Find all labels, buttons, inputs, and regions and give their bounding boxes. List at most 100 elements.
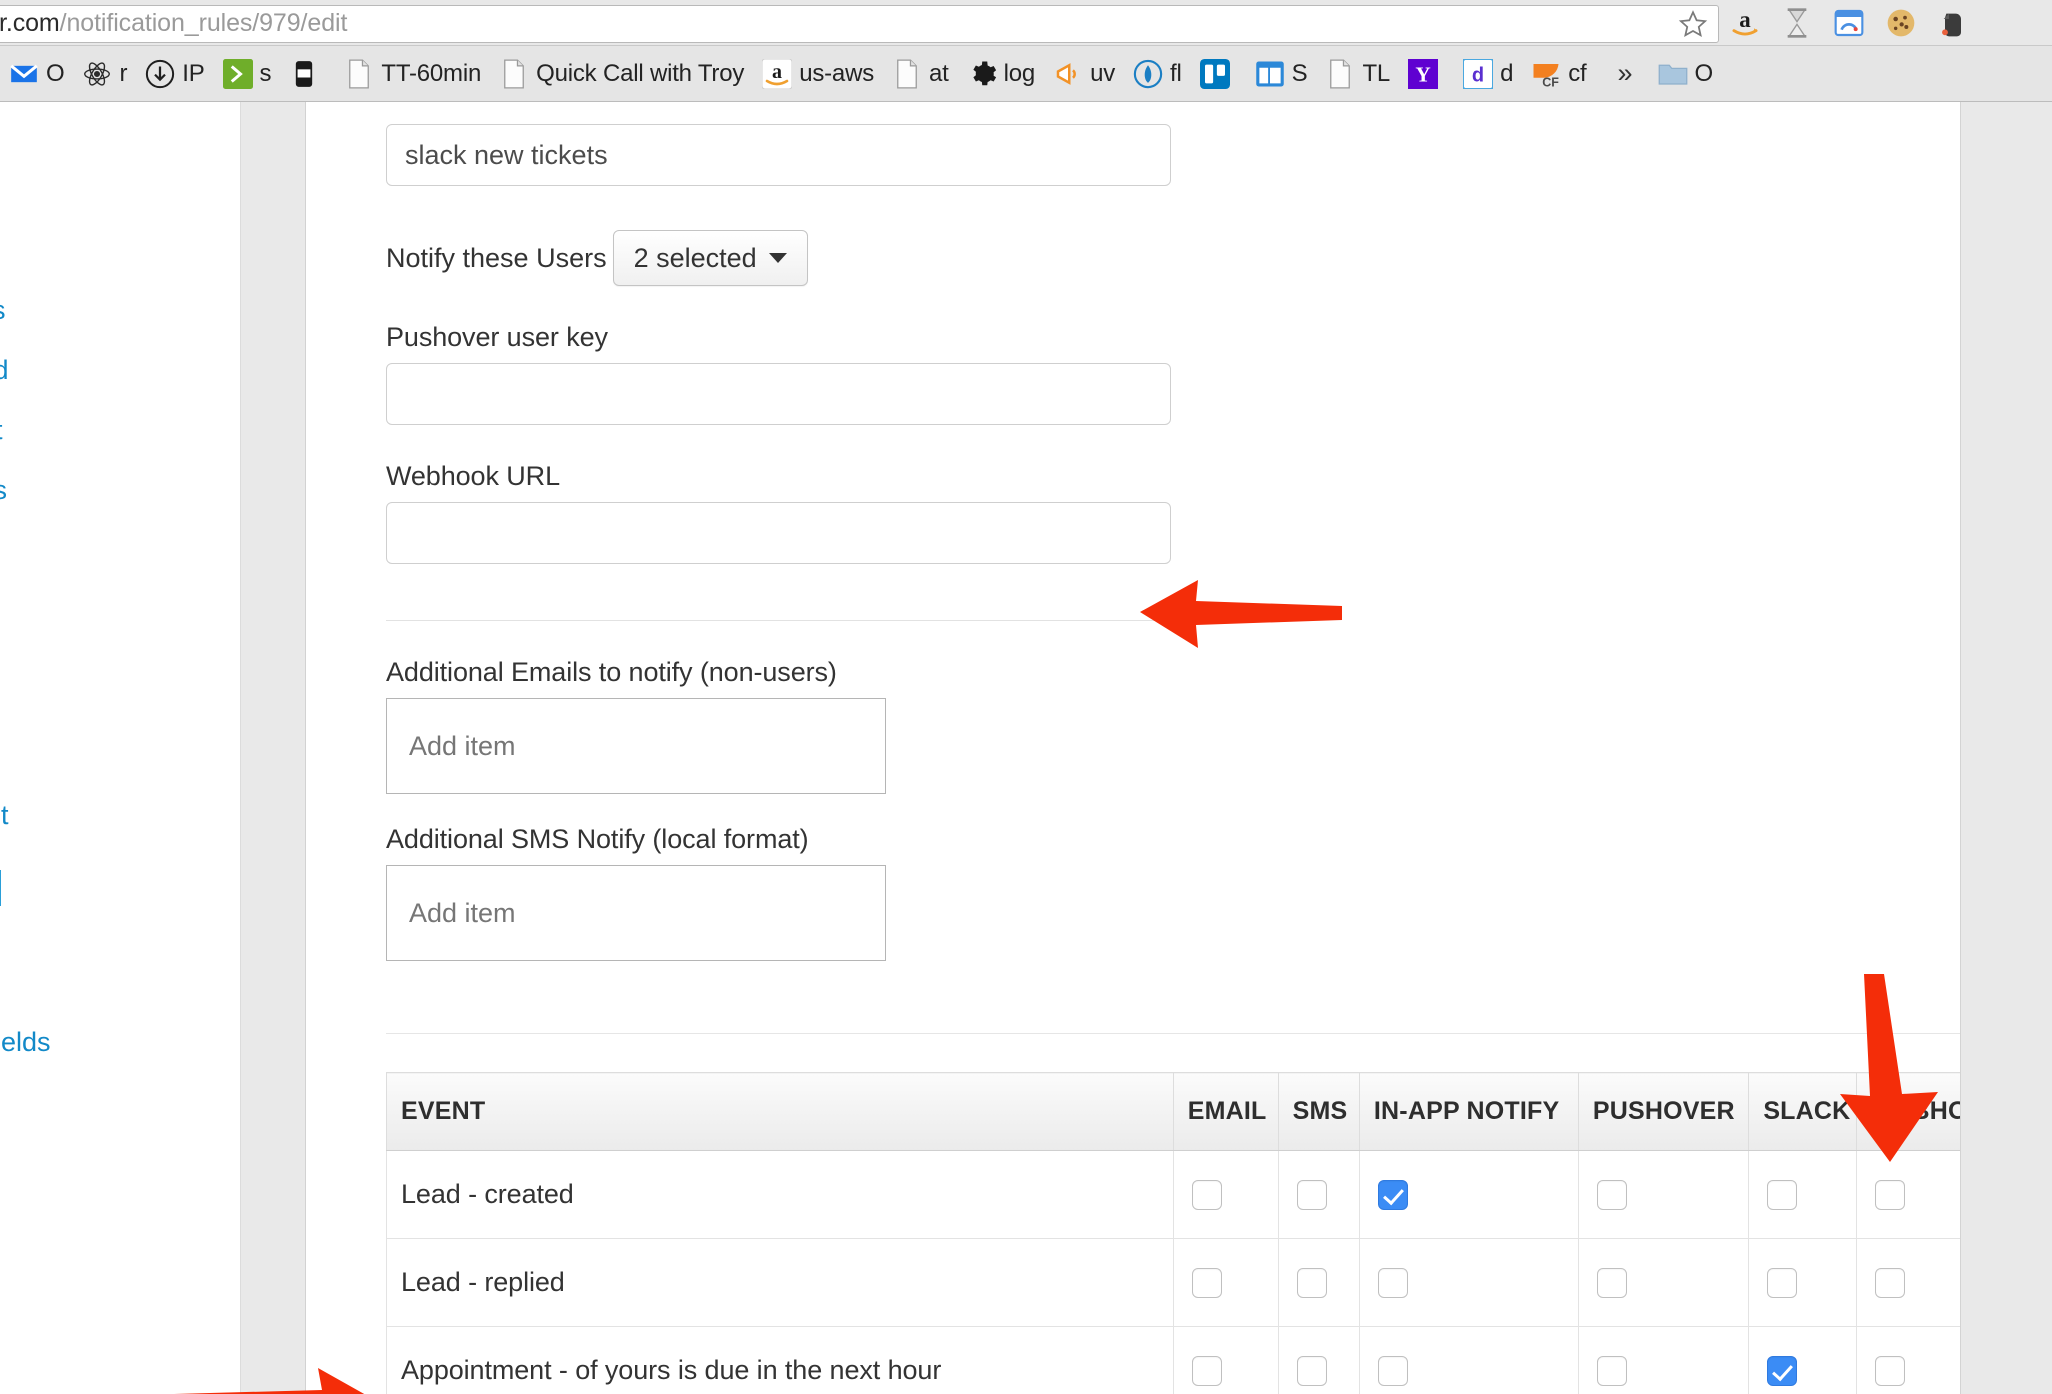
bookmark-gmail[interactable]: O [0, 54, 73, 94]
cell-email [1173, 1327, 1278, 1394]
additional-sms-label: Additional SMS Notify (local format) [386, 824, 2026, 855]
terminal-icon [223, 59, 253, 89]
bookmark-terminal[interactable]: s [214, 54, 281, 94]
checkbox-email[interactable] [1192, 1356, 1222, 1386]
pushover-user-key-input[interactable] [386, 363, 1171, 425]
bookmark-folder[interactable]: O [1649, 54, 1722, 94]
svg-text:a: a [772, 61, 782, 83]
bookmark-yahoo[interactable]: Y [1399, 54, 1454, 94]
event-name-cell: Lead - replied [387, 1239, 1174, 1327]
url-path: /notification_rules/979/edit [60, 9, 348, 37]
main-content: slack new tickets Notify these Users 2 s… [306, 102, 2052, 1394]
document-icon [344, 59, 374, 89]
cookie-icon[interactable] [1875, 1, 1927, 45]
bookmark-quick-call-with-troy[interactable]: Quick Call with Troy [490, 54, 753, 94]
checkbox-pushover[interactable] [1597, 1180, 1627, 1210]
svg-text:a: a [1739, 7, 1751, 32]
bookmark-tt-60min[interactable]: TT-60min [335, 54, 490, 94]
notify-users-dropdown[interactable]: 2 selected [613, 230, 808, 286]
checkbox-sms[interactable] [1297, 1356, 1327, 1386]
checkbox-pushover[interactable] [1597, 1268, 1627, 1298]
checkbox-in-app-notify[interactable] [1378, 1356, 1408, 1386]
checkbox-slack[interactable] [1767, 1356, 1797, 1386]
bookmarks-overflow-button[interactable]: » [1596, 58, 1649, 89]
checkbox-webhook[interactable] [1875, 1356, 1905, 1386]
sidebar-item-4[interactable]: ates [0, 475, 7, 506]
checkbox-slack[interactable] [1767, 1180, 1797, 1210]
bookmark-label: r [119, 60, 127, 88]
bookmark-uv[interactable]: uv [1044, 54, 1124, 94]
bookmark-label: d [1500, 60, 1513, 88]
bookmark-atom[interactable]: r [73, 54, 136, 94]
webhook-url-field: Webhook URL [386, 461, 2026, 564]
cell-in-app-notify [1359, 1327, 1578, 1394]
bookmark-label: fl [1170, 60, 1182, 88]
sidebar-item-7[interactable]: n Fields [0, 1027, 51, 1058]
dashlane-icon: d [1463, 59, 1493, 89]
checkbox-webhook[interactable] [1875, 1268, 1905, 1298]
hourglass-icon[interactable] [1771, 1, 1823, 45]
checkbox-pushover[interactable] [1597, 1356, 1627, 1386]
webhook-url-input[interactable] [386, 502, 1171, 564]
cloudflare-icon: CF [1531, 59, 1561, 89]
additional-emails-field: Additional Emails to notify (non-users) … [386, 657, 2026, 794]
event-name-cell: Appointment - of yours is due in the nex… [387, 1327, 1174, 1394]
checkbox-in-app-notify[interactable] [1378, 1180, 1408, 1210]
window-icon [1255, 59, 1285, 89]
section-divider [386, 1033, 2026, 1034]
browser-chrome: r.com/notification_rules/979/edit a [0, 0, 2052, 102]
notify-users-selected-text: 2 selected [634, 243, 757, 274]
evernote-icon[interactable] [1927, 1, 1979, 45]
rule-name-input[interactable]: slack new tickets [386, 124, 1171, 186]
star-outline-icon[interactable] [1676, 7, 1710, 41]
document-icon [1325, 59, 1355, 89]
event-name-cell: Lead - created [387, 1151, 1174, 1239]
pagespeed-icon[interactable] [1823, 1, 1875, 45]
bookmark-fl[interactable]: fl [1124, 54, 1191, 94]
left-sidebar-nav: er Ons zard klist ates ons dget n Fields… [0, 102, 240, 1394]
bookmarks-bar: O r IP s [0, 46, 2052, 102]
additional-emails-add-item[interactable]: Add item [386, 698, 886, 794]
additional-sms-add-item[interactable]: Add item [386, 865, 886, 961]
table-row: Lead - created [387, 1151, 2026, 1239]
bookmark-log[interactable]: log [958, 54, 1044, 94]
checkbox-sms[interactable] [1297, 1180, 1327, 1210]
bookmark-tl[interactable]: TL [1316, 54, 1399, 94]
section-divider [386, 620, 1171, 621]
amazon-assistant-icon[interactable]: a [1719, 1, 1771, 45]
bookmark-label: log [1004, 60, 1035, 88]
bookmark-label: O [46, 60, 64, 88]
bookmark-phone[interactable] [280, 54, 335, 94]
url-host: r.com [0, 9, 60, 37]
checkbox-webhook[interactable] [1875, 1180, 1905, 1210]
svg-text:CF: CF [1542, 75, 1559, 89]
bookmark-at[interactable]: at [883, 54, 958, 94]
folder-icon [1658, 59, 1688, 89]
bookmark-us-aws[interactable]: a us-aws [753, 54, 883, 94]
sidebar-item-2[interactable]: zard [0, 355, 9, 386]
url-text: r.com/notification_rules/979/edit [0, 9, 1676, 38]
bookmark-label: O [1695, 60, 1713, 88]
bookmark-d[interactable]: d d [1454, 54, 1522, 94]
bookmark-trello[interactable] [1191, 54, 1246, 94]
pushover-user-key-field: Pushover user key [386, 322, 2026, 425]
bookmark-cf[interactable]: CF cf [1522, 54, 1595, 94]
checkbox-in-app-notify[interactable] [1378, 1268, 1408, 1298]
rule-name-row: slack new tickets [386, 102, 2026, 186]
checkbox-sms[interactable] [1297, 1268, 1327, 1298]
checkbox-email[interactable] [1192, 1268, 1222, 1298]
bookmark-ip[interactable]: IP [136, 54, 213, 94]
address-bar[interactable]: r.com/notification_rules/979/edit [0, 5, 1719, 43]
trello-icon [1200, 59, 1230, 89]
sidebar-item-1[interactable]: Ons [0, 295, 6, 326]
sidebar-item-6[interactable]: dget [0, 800, 9, 831]
download-icon [145, 59, 175, 89]
notify-users-label: Notify these Users [386, 243, 607, 274]
bookmark-label: cf [1568, 60, 1586, 88]
cell-pushover [1578, 1327, 1748, 1394]
checkbox-slack[interactable] [1767, 1268, 1797, 1298]
sidebar-item-3[interactable]: klist [0, 415, 3, 446]
checkbox-email[interactable] [1192, 1180, 1222, 1210]
column-header-email: EMAIL [1173, 1073, 1278, 1151]
bookmark-s[interactable]: S [1246, 54, 1317, 94]
